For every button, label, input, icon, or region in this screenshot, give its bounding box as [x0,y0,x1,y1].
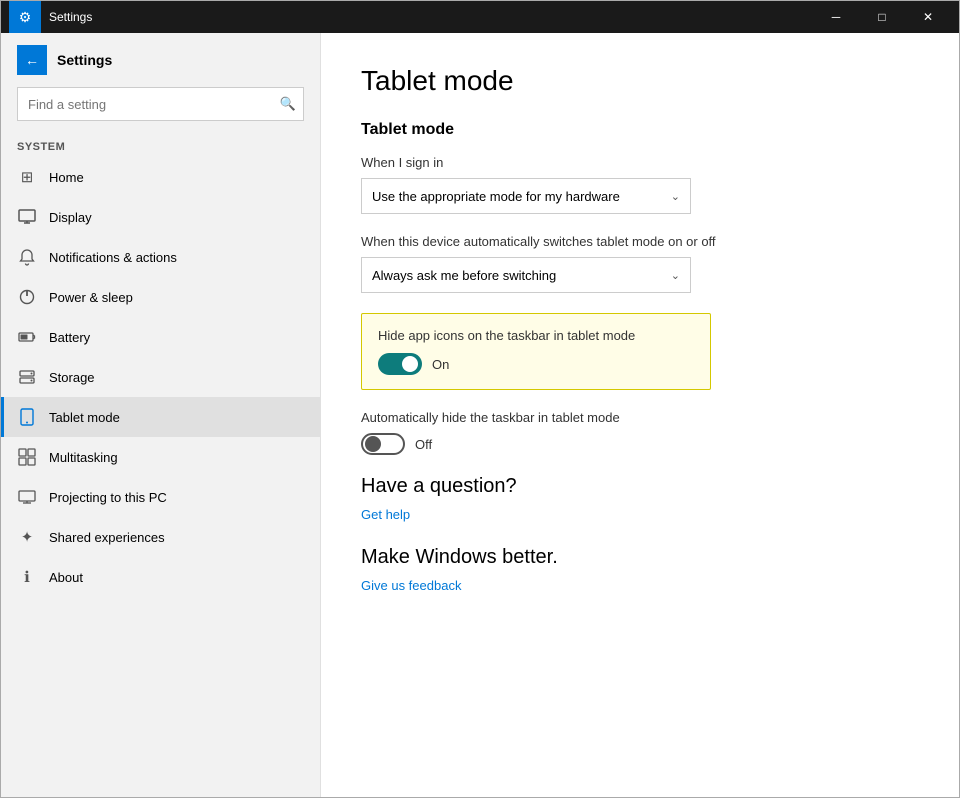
titlebar: ⚙ Settings ─ □ ✕ [1,1,959,33]
when-switch-label: When this device automatically switches … [361,234,919,249]
sidebar-item-label-about: About [49,570,83,585]
when-sign-in-label: When I sign in [361,155,919,170]
sidebar-item-tablet[interactable]: Tablet mode [1,397,320,437]
sidebar-item-label-multitasking: Multitasking [49,450,118,465]
app-icon: ⚙ [9,1,41,33]
sidebar-item-projecting[interactable]: Projecting to this PC [1,477,320,517]
sidebar-item-label-display: Display [49,210,92,225]
multitasking-icon [17,447,37,467]
window-title: Settings [49,10,813,24]
sidebar-item-battery[interactable]: Battery [1,317,320,357]
display-icon [17,207,37,227]
highlight-box: Hide app icons on the taskbar in tablet … [361,313,711,390]
search-input[interactable] [17,87,304,121]
page-title: Tablet mode [361,65,919,97]
hide-icons-toggle-knob [402,356,418,372]
window-controls: ─ □ ✕ [813,1,951,33]
back-button[interactable]: ← [17,45,47,75]
hide-icons-state: On [432,357,449,372]
sidebar-item-label-tablet: Tablet mode [49,410,120,425]
sidebar-item-power[interactable]: Power & sleep [1,277,320,317]
sidebar-header: ← Settings [1,33,320,87]
feedback-link[interactable]: Give us feedback [361,578,461,593]
auto-hide-label: Automatically hide the taskbar in tablet… [361,410,919,425]
switch-dropdown[interactable]: Always ask me before switching ⌄ [361,257,691,293]
close-button[interactable]: ✕ [905,1,951,33]
search-icon: 🔍 [280,96,296,112]
sidebar-item-home[interactable]: ⊞ Home [1,157,320,197]
home-icon: ⊞ [17,167,37,187]
shared-icon: ✦ [17,527,37,547]
auto-hide-toggle-row: Off [361,433,919,455]
projecting-icon [17,487,37,507]
storage-icon [17,367,37,387]
battery-icon [17,327,37,347]
sidebar: ← Settings 🔍 System ⊞ Home [1,33,321,797]
system-section-label: System [1,133,320,157]
sidebar-item-storage[interactable]: Storage [1,357,320,397]
minimize-button[interactable]: ─ [813,1,859,33]
maximize-button[interactable]: □ [859,1,905,33]
sign-in-dropdown[interactable]: Use the appropriate mode for my hardware… [361,178,691,214]
sidebar-item-about[interactable]: ℹ About [1,557,320,597]
sidebar-item-notifications[interactable]: Notifications & actions [1,237,320,277]
sidebar-item-multitasking[interactable]: Multitasking [1,437,320,477]
sidebar-item-label-notifications: Notifications & actions [49,250,177,265]
sign-in-dropdown-arrow: ⌄ [671,190,680,203]
sidebar-item-shared[interactable]: ✦ Shared experiences [1,517,320,557]
sidebar-item-label-home: Home [49,170,84,185]
power-icon [17,287,37,307]
question-title: Have a question? [361,475,919,498]
sidebar-item-label-projecting: Projecting to this PC [49,490,167,505]
auto-hide-toggle[interactable] [361,433,405,455]
settings-window: ⚙ Settings ─ □ ✕ ← Settings 🔍 System ⊞ [0,0,960,798]
get-help-link[interactable]: Get help [361,507,410,522]
sidebar-item-label-power: Power & sleep [49,290,133,305]
tablet-icon [17,407,37,427]
sidebar-app-title: Settings [57,52,112,68]
sidebar-item-label-shared: Shared experiences [49,530,165,545]
hide-icons-toggle[interactable] [378,353,422,375]
auto-hide-state: Off [415,437,432,452]
sidebar-item-label-storage: Storage [49,370,95,385]
switch-dropdown-value: Always ask me before switching [372,268,556,283]
app-body: ← Settings 🔍 System ⊞ Home [1,33,959,797]
auto-hide-toggle-knob [365,436,381,452]
hide-icons-label: Hide app icons on the taskbar in tablet … [378,328,694,343]
main-content: Tablet mode Tablet mode When I sign in U… [321,33,959,797]
sidebar-item-label-battery: Battery [49,330,90,345]
about-icon: ℹ [17,567,37,587]
search-box: 🔍 [17,87,304,121]
sign-in-dropdown-value: Use the appropriate mode for my hardware [372,189,620,204]
make-better-title: Make Windows better. [361,546,919,569]
sidebar-item-display[interactable]: Display [1,197,320,237]
back-icon: ← [25,52,39,68]
hide-icons-toggle-row: On [378,353,694,375]
switch-dropdown-arrow: ⌄ [671,269,680,282]
section-title: Tablet mode [361,121,919,139]
notifications-icon [17,247,37,267]
